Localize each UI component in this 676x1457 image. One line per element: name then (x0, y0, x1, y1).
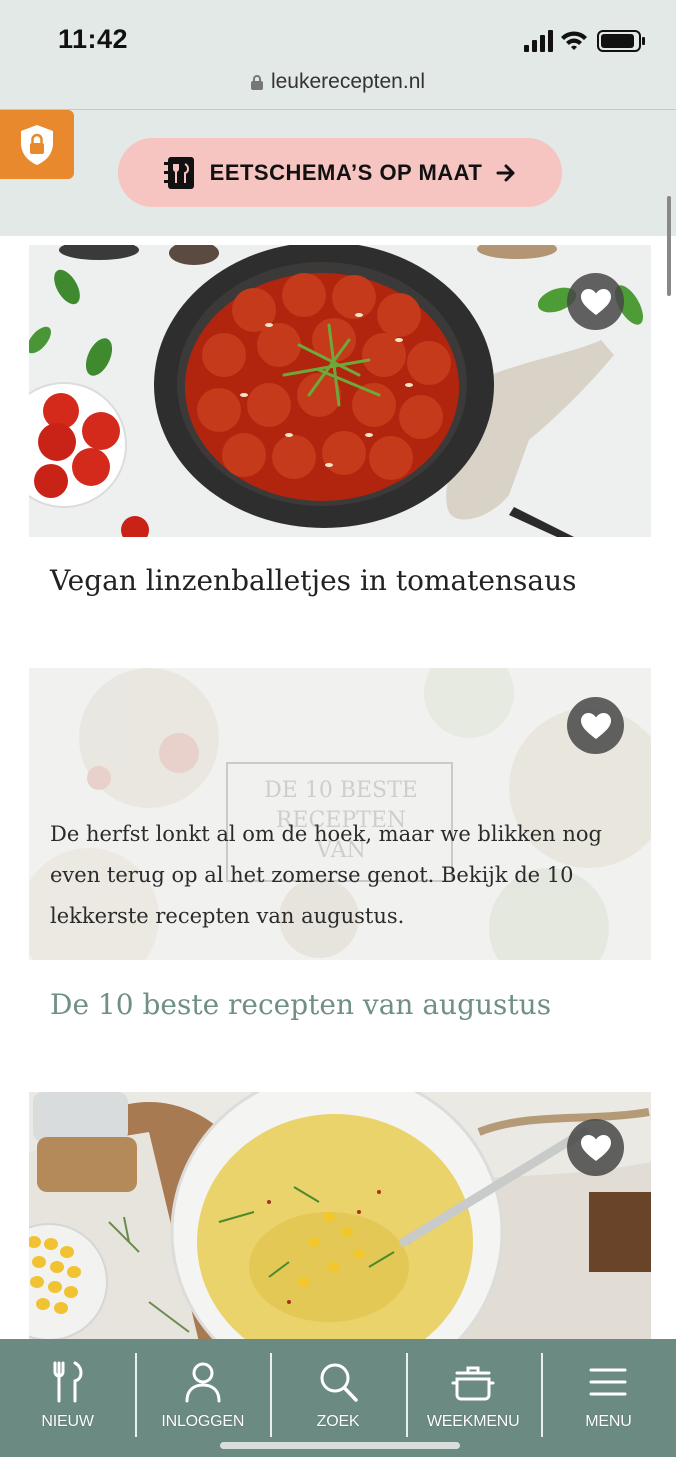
lock-icon (250, 72, 263, 96)
meal-plan-book-icon (163, 156, 194, 189)
article-card[interactable]: DE 10 BESTE RECEPTEN VAN De herfst lonkt… (29, 668, 651, 1021)
promo-label: EETSCHEMA’S OP MAAT (209, 159, 483, 185)
nav-label: WEEKMENU (426, 1413, 520, 1430)
favorite-button[interactable] (567, 1119, 624, 1176)
home-indicator[interactable] (220, 1442, 460, 1449)
recipe-card[interactable] (29, 1092, 651, 1342)
recipe-image[interactable] (29, 1092, 651, 1342)
recipe-image[interactable] (29, 245, 651, 537)
user-icon (185, 1362, 221, 1403)
pot-icon (451, 1366, 495, 1401)
recipe-card[interactable]: Vegan linzenballetjes in tomatensaus (29, 245, 651, 597)
cellular-signal-icon (524, 30, 553, 52)
nav-item-inloggen[interactable]: INLOGGEN (135, 1339, 270, 1457)
nav-label: NIEUW (41, 1413, 94, 1430)
heart-icon (580, 288, 611, 315)
arrow-right-icon (496, 164, 515, 181)
search-icon (320, 1363, 358, 1402)
privacy-settings-button[interactable] (0, 110, 74, 179)
nav-item-nieuw[interactable]: NIEUW (0, 1339, 135, 1457)
status-time: 11:42 (58, 24, 129, 54)
favorite-button[interactable] (567, 697, 624, 754)
heart-icon (580, 712, 611, 739)
bottom-navigation: NIEUW INLOGGEN ZOEK WEEKMENU MENU (0, 1339, 676, 1457)
url-text: leukerecepten.nl (270, 70, 426, 93)
fork-knife-icon (53, 1361, 83, 1403)
heart-icon (580, 1134, 611, 1161)
article-teaser: De herfst lonkt al om de hoek, maar we b… (50, 822, 602, 928)
hamburger-icon (589, 1368, 627, 1396)
recipe-title[interactable]: Vegan linzenballetjes in tomatensaus (29, 564, 651, 597)
nav-label: ZOEK (316, 1413, 360, 1430)
scrollbar[interactable] (667, 196, 671, 296)
nav-item-weekmenu[interactable]: WEEKMENU (405, 1339, 541, 1457)
wifi-icon (561, 31, 587, 50)
nav-label: INLOGGEN (161, 1413, 245, 1430)
article-image[interactable]: DE 10 BESTE RECEPTEN VAN De herfst lonkt… (29, 668, 651, 960)
status-icons (524, 28, 646, 54)
nav-item-zoek[interactable]: ZOEK (270, 1339, 405, 1457)
divider (0, 109, 676, 110)
shield-lock-icon (21, 124, 53, 165)
nav-label: MENU (585, 1413, 632, 1430)
nav-item-menu[interactable]: MENU (540, 1339, 676, 1457)
url-bar[interactable]: leukerecepten.nl (0, 70, 676, 100)
battery-icon (597, 30, 645, 52)
favorite-button[interactable] (567, 273, 624, 330)
meal-plan-promo-button[interactable]: EETSCHEMA’S OP MAAT (118, 138, 562, 207)
article-title[interactable]: De 10 beste recepten van augustus (29, 988, 651, 1021)
